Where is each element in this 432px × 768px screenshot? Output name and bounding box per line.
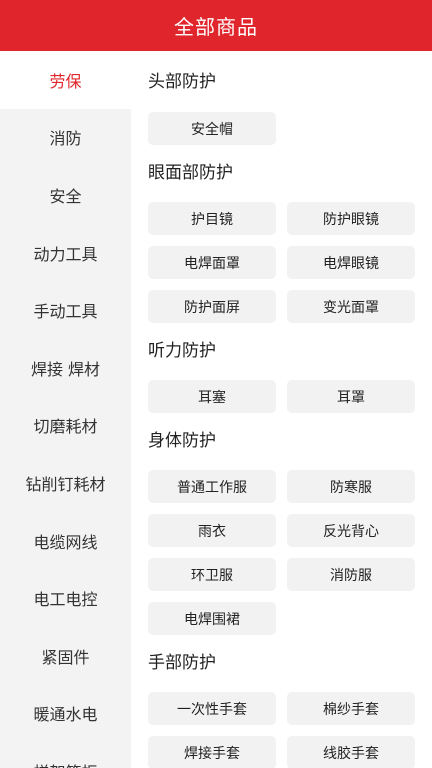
sidebar-item-label: 梯架箱柜 xyxy=(33,759,97,768)
chip-grid: 普通工作服 防寒服 雨衣 反光背心 环卫服 消防服 电焊围裙 xyxy=(148,470,432,635)
subcategory-chip[interactable]: 电焊围裙 xyxy=(148,602,276,635)
section-title: 手部防护 xyxy=(148,653,216,673)
subcategory-chip[interactable]: 反光背心 xyxy=(287,514,415,547)
subcategory-chip[interactable]: 安全帽 xyxy=(148,112,276,145)
sidebar-item-label: 动力工具 xyxy=(33,244,98,264)
section-hand-protection: 手部防护 一次性手套 棉纱手套 焊接手套 线胶手套 xyxy=(131,649,432,768)
sidebar-item-welding[interactable]: 焊接 焊材 xyxy=(0,339,131,397)
sidebar-item-laobao[interactable]: 劳保 xyxy=(0,51,131,109)
subcategory-chip[interactable]: 雨衣 xyxy=(148,514,276,547)
sidebar-item-label: 电缆网线 xyxy=(33,532,98,552)
sidebar-item-xiaofang[interactable]: 消防 xyxy=(0,109,131,167)
sidebar-item-fasteners[interactable]: 紧固件 xyxy=(0,627,131,685)
subcategory-chip[interactable]: 线胶手套 xyxy=(287,736,415,768)
sidebar-item-label: 切磨耗材 xyxy=(33,417,98,437)
subcategory-chip[interactable]: 电焊面罩 xyxy=(148,246,276,279)
sidebar-item-label: 焊接 焊材 xyxy=(30,359,101,379)
subcategory-panel: 头部防护 安全帽 眼面部防护 护目镜 防护眼镜 电焊面罩 电焊眼镜 防护面屏 变… xyxy=(131,51,432,768)
section-head-protection: 头部防护 安全帽 xyxy=(131,68,432,145)
chip-grid: 一次性手套 棉纱手套 焊接手套 线胶手套 xyxy=(148,692,432,768)
subcategory-chip[interactable]: 焊接手套 xyxy=(148,736,276,768)
subcategory-chip[interactable]: 变光面罩 xyxy=(287,290,415,323)
subcategory-chip[interactable]: 普通工作服 xyxy=(148,470,276,503)
chip-grid: 护目镜 防护眼镜 电焊面罩 电焊眼镜 防护面屏 变光面罩 xyxy=(148,202,432,323)
sidebar-item-label: 手动工具 xyxy=(33,302,98,322)
sidebar-item-label: 紧固件 xyxy=(41,647,90,667)
sidebar-item-hvac-plumbing[interactable]: 暖通水电 xyxy=(0,685,131,743)
section-title: 听力防护 xyxy=(148,341,216,361)
sidebar-item-label: 消防 xyxy=(49,129,82,149)
section-hearing-protection: 听力防护 耳塞 耳罩 xyxy=(131,337,432,413)
chip-grid: 耳塞 耳罩 xyxy=(148,380,432,413)
subcategory-chip[interactable]: 护目镜 xyxy=(148,202,276,235)
section-body-protection: 身体防护 普通工作服 防寒服 雨衣 反光背心 环卫服 消防服 电焊围裙 xyxy=(131,427,432,635)
category-sidebar[interactable]: 劳保 消防 安全 动力工具 手动工具 焊接 焊材 切磨耗材 钻削钉耗材 电缆网线… xyxy=(0,51,131,768)
sidebar-item-drilling[interactable]: 钻削钉耗材 xyxy=(0,454,131,512)
sidebar-item-label: 钻削钉耗材 xyxy=(25,474,106,494)
sidebar-item-label: 电工电控 xyxy=(33,590,98,610)
subcategory-chip[interactable]: 防寒服 xyxy=(287,470,415,503)
chip-grid: 安全帽 xyxy=(148,112,432,145)
sidebar-item-power-tools[interactable]: 动力工具 xyxy=(0,224,131,282)
subcategory-chip[interactable]: 电焊眼镜 xyxy=(287,246,415,279)
subcategory-chip[interactable]: 耳罩 xyxy=(287,380,415,413)
sidebar-item-hand-tools[interactable]: 手动工具 xyxy=(0,281,131,339)
section-title: 头部防护 xyxy=(148,72,216,92)
section-title: 身体防护 xyxy=(148,431,216,451)
sidebar-item-abrasives[interactable]: 切磨耗材 xyxy=(0,397,131,455)
subcategory-chip[interactable]: 耳塞 xyxy=(148,380,276,413)
section-title: 眼面部防护 xyxy=(148,163,233,183)
subcategory-chip[interactable]: 防护面屏 xyxy=(148,290,276,323)
sidebar-item-cables[interactable]: 电缆网线 xyxy=(0,512,131,570)
sidebar-item-ladders-cabinets[interactable]: 梯架箱柜 xyxy=(0,742,131,768)
sidebar-item-anquan[interactable]: 安全 xyxy=(0,166,131,224)
sidebar-item-label: 劳保 xyxy=(49,71,82,91)
sidebar-item-label: 安全 xyxy=(49,186,82,206)
section-eye-face-protection: 眼面部防护 护目镜 防护眼镜 电焊面罩 电焊眼镜 防护面屏 变光面罩 xyxy=(131,159,432,323)
subcategory-chip[interactable]: 一次性手套 xyxy=(148,692,276,725)
subcategory-chip[interactable]: 消防服 xyxy=(287,558,415,591)
header-bar: 全部商品 xyxy=(0,0,432,51)
subcategory-chip[interactable]: 环卫服 xyxy=(148,558,276,591)
sidebar-item-label: 暖通水电 xyxy=(33,705,98,725)
app-screen: 全部商品 劳保 消防 安全 动力工具 手动工具 焊接 焊材 切磨耗材 钻削钉耗材… xyxy=(0,0,432,768)
sidebar-item-electrical[interactable]: 电工电控 xyxy=(0,569,131,627)
subcategory-chip[interactable]: 防护眼镜 xyxy=(287,202,415,235)
subcategory-chip[interactable]: 棉纱手套 xyxy=(287,692,415,725)
page-title: 全部商品 xyxy=(174,15,258,39)
